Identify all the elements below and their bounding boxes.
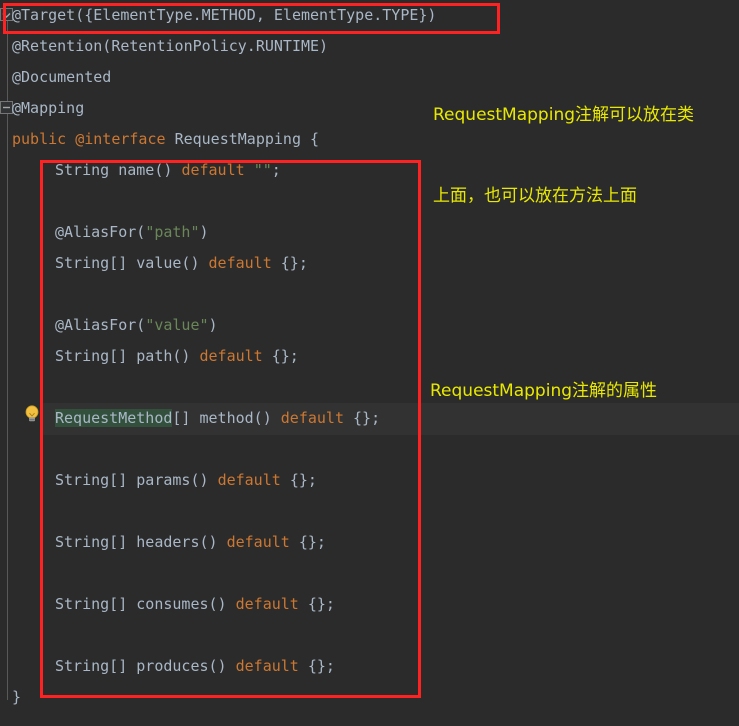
code-token: "" [253,161,272,179]
code-token: default [217,471,290,489]
code-line-1[interactable]: @Target({ElementType.METHOD, ElementType… [0,0,739,31]
code-token: default [226,533,299,551]
code-line-11[interactable]: @AliasFor("value") [0,310,739,341]
code-token: {}; [307,657,335,675]
code-token: String[] path() [55,347,200,365]
code-line-10[interactable] [0,279,739,310]
code-line-17[interactable] [0,496,739,527]
code-token: @Mapping [12,99,85,117]
callout-target-usage-line2: 上面，也可以放在方法上面 [433,186,637,206]
code-line-23[interactable]: } [0,682,739,713]
code-token: @interface [75,130,175,148]
code-token: } [12,688,22,706]
code-token: ) [427,6,437,24]
code-token: default [208,254,281,272]
code-line-16[interactable]: String[] params() default {}; [0,465,739,496]
code-token: @Target( [12,6,85,24]
code-token: {}; [298,533,326,551]
code-editor-screenshot: @Target({ElementType.METHOD, ElementType… [0,0,739,726]
code-token: String[] produces() [55,657,236,675]
code-token: @AliasFor( [55,316,146,334]
code-token: {}; [280,254,308,272]
code-token: "path" [145,223,200,241]
code-line-18[interactable]: String[] headers() default {}; [0,527,739,558]
code-token: String[] consumes() [55,595,236,613]
code-token: {}; [353,409,381,427]
code-line-21[interactable] [0,620,739,651]
code-token: "value" [145,316,209,334]
code-token: RequestMapping [174,130,311,148]
code-token: default [280,409,354,427]
code-token: default [235,595,308,613]
code-token: {}; [271,347,299,365]
code-token: { [310,130,320,148]
code-token: {ElementType.METHOD, ElementType.TYPE} [84,6,428,24]
code-token: RequestMethod [55,409,173,427]
code-token: default [181,161,254,179]
callout-target-usage-line1: RequestMapping注解可以放在类 [433,105,695,125]
code-token: @AliasFor( [55,223,146,241]
code-line-12[interactable]: String[] path() default {}; [0,341,739,372]
code-token: default [235,657,308,675]
code-token: String name() [55,161,182,179]
code-token: [] method() [172,409,281,427]
code-token: @Retention(RetentionPolicy.RUNTIME) [12,37,329,55]
code-token: String[] params() [55,471,218,489]
code-line-15[interactable] [0,434,739,465]
code-token: {}; [289,471,317,489]
code-token: default [199,347,272,365]
code-token: ) [208,316,218,334]
code-token: @Documented [12,68,112,86]
code-token: {}; [307,595,335,613]
code-line-22[interactable]: String[] produces() default {}; [0,651,739,682]
code-line-14[interactable]: RequestMethod[] method() default {}; [0,403,739,434]
code-token: String[] headers() [55,533,227,551]
code-token: ) [199,223,209,241]
code-token: ; [271,161,281,179]
code-token: public [12,130,76,148]
code-line-20[interactable]: String[] consumes() default {}; [0,589,739,620]
callout-attributes: RequestMapping注解的属性 [430,381,658,401]
code-token: String[] value() [55,254,209,272]
code-line-19[interactable] [0,558,739,589]
callout-target-usage: RequestMapping注解可以放在类 上面，也可以放在方法上面 [433,48,694,264]
